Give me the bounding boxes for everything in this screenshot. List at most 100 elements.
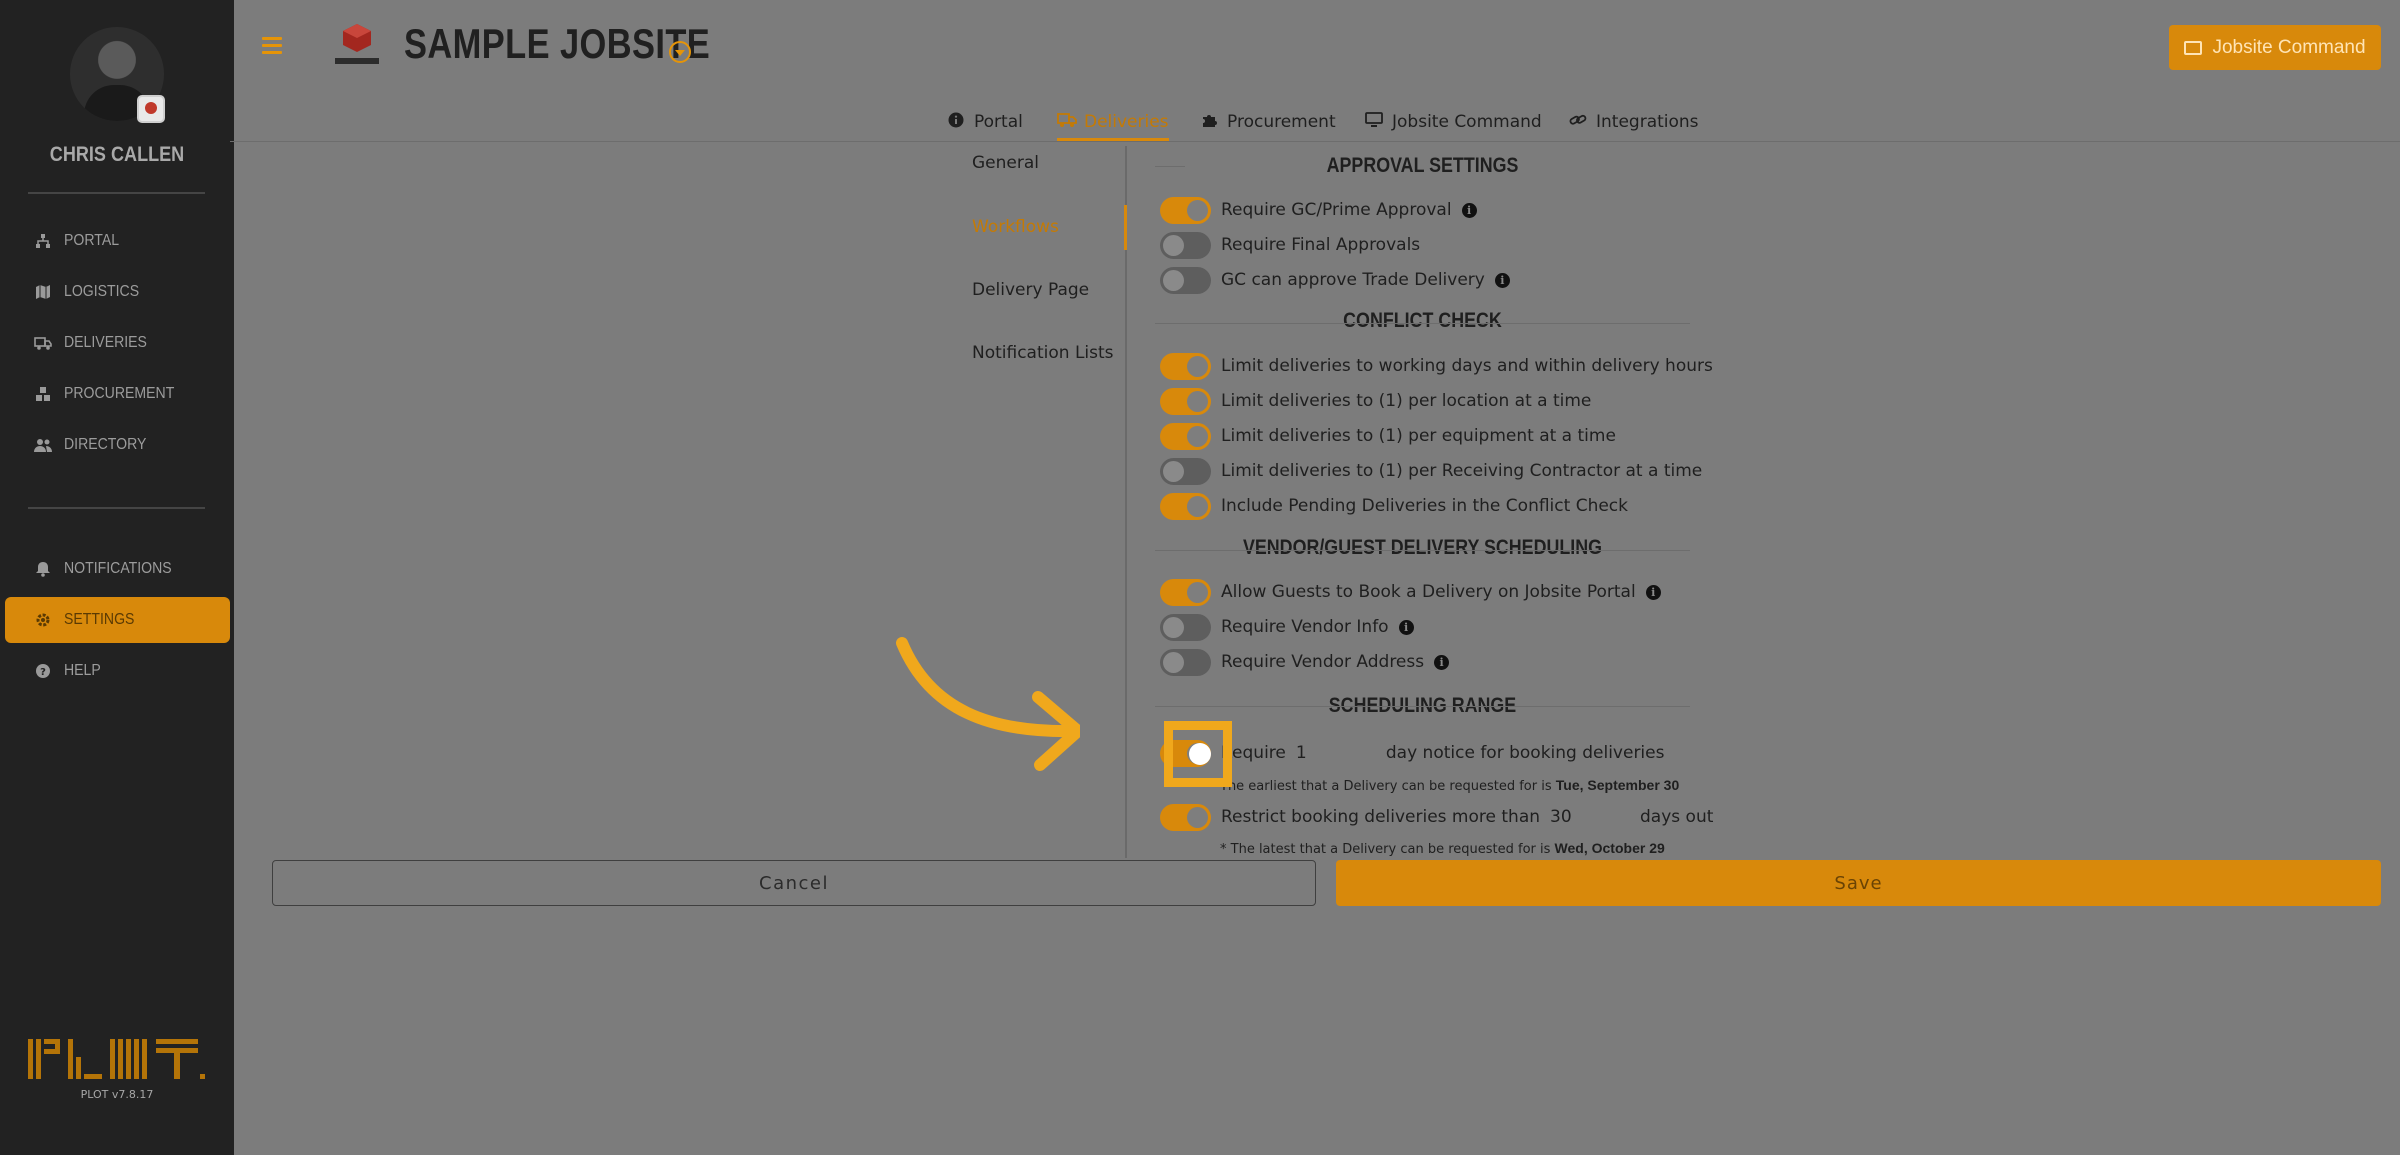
company-badge-icon [137,95,165,123]
latest-date: Wed, October 29 [1554,840,1665,856]
per-receiving-contractor-toggle[interactable] [1160,457,1211,485]
restrict-days-input[interactable] [1550,804,1631,830]
menu-toggle-icon[interactable] [262,37,282,55]
sidebar-item-directory[interactable]: DIRECTORY [5,422,230,468]
users-icon [34,436,52,454]
gc-approve-trade-toggle[interactable] [1160,266,1211,294]
sidebar-item-label: DELIVERIES [64,334,147,351]
subnav-delivery-page[interactable]: Delivery Page [972,280,1089,300]
working-days-toggle[interactable] [1160,352,1211,380]
setting-label: Require Vendor Address [1221,652,1425,672]
require-final-approvals-toggle[interactable] [1160,231,1211,259]
page-title: SAMPLE JOBSITE [404,20,711,67]
sidebar-item-help[interactable]: ? HELP [5,648,230,694]
tab-label: Jobsite Command [1392,112,1542,132]
info-icon[interactable]: i [1398,619,1414,635]
setting-label: Include Pending Deliveries in the Confli… [1221,496,1628,516]
save-button[interactable]: Save [1336,860,2381,906]
toggle-knob [1189,743,1211,765]
jobsite-command-button[interactable]: Jobsite Command [2169,25,2381,70]
jobsite-logo [335,24,379,64]
sidebar-item-label: NOTIFICATIONS [64,560,172,577]
tab-integrations[interactable]: Integrations [1569,104,1699,140]
section-rule [1155,550,1690,551]
require-vendor-info-toggle[interactable] [1160,613,1211,641]
require-vendor-address-toggle[interactable] [1160,648,1211,676]
puzzle-icon [1200,112,1218,133]
sidebar-divider [28,507,205,509]
tab-label: Deliveries [1084,112,1169,132]
tabs-divider [230,141,2400,142]
setting-require-vendor-address: Require Vendor Address i [1160,648,1450,676]
setting-include-pending: Include Pending Deliveries in the Confli… [1160,492,1628,520]
highlight-box[interactable] [1164,721,1232,787]
section-title-vendor: VENDOR/GUEST DELIVERY SCHEDULING [1242,536,1603,559]
jobsite-command-label: Jobsite Command [2212,36,2366,58]
setting-label: Limit deliveries to working days and wit… [1221,356,1713,376]
subnav-general[interactable]: General [972,153,1039,173]
setting-label: Allow Guests to Book a Delivery on Jobsi… [1221,582,1636,602]
section-rule [1155,323,1690,324]
setting-restrict-days: Restrict booking deliveries more than da… [1160,803,1713,831]
info-icon[interactable]: i [1461,202,1477,218]
setting-label: Limit deliveries to (1) per location at … [1221,391,1592,411]
subnav-notification-lists[interactable]: Notification Lists [972,343,1114,363]
sidebar-item-portal[interactable]: PORTAL [5,218,230,264]
sidebar-item-logistics[interactable]: LOGISTICS [5,269,230,315]
per-location-toggle[interactable] [1160,387,1211,415]
setting-label: GC can approve Trade Delivery [1221,270,1485,290]
setting-require-vendor-info: Require Vendor Info i [1160,613,1414,641]
tab-label: Integrations [1596,112,1699,132]
setting-label: Limit deliveries to (1) per Receiving Co… [1221,461,1703,481]
subnav-workflows[interactable]: Workflows [972,217,1059,237]
map-icon [34,283,52,301]
info-icon[interactable]: i [1434,654,1450,670]
notice-suffix: day notice for booking deliveries [1385,743,1665,763]
sitemap-icon [34,232,52,250]
cancel-button[interactable]: Cancel [272,860,1316,906]
svg-text:?: ? [40,667,46,678]
per-equipment-toggle[interactable] [1160,422,1211,450]
sidebar-item-label: SETTINGS [64,611,135,628]
sidebar-item-deliveries[interactable]: DELIVERIES [5,320,230,366]
tab-deliveries[interactable]: Deliveries [1057,104,1169,141]
note-text: The earliest that a Delivery can be requ… [1220,779,1552,794]
info-icon[interactable]: i [1645,584,1661,600]
tab-jobsite-command[interactable]: Jobsite Command [1365,104,1542,140]
require-gc-approval-toggle[interactable] [1160,196,1211,224]
info-circle-icon [947,112,965,133]
sidebar-item-label: LOGISTICS [64,283,140,300]
sidebar-item-procurement[interactable]: PROCUREMENT [5,371,230,417]
restrict-suffix: days out [1640,807,1714,827]
link-icon [1569,112,1587,133]
briefcase-icon [2184,40,2203,55]
restrict-days-toggle[interactable] [1160,803,1211,831]
section-title-conflict: CONFLICT CHECK [1343,309,1502,332]
allow-guests-toggle[interactable] [1160,578,1211,606]
setting-label: Require GC/Prime Approval [1221,200,1452,220]
sidebar-item-label: DIRECTORY [64,436,147,453]
note-text: * The latest that a Delivery can be requ… [1220,842,1551,857]
setting-per-location: Limit deliveries to (1) per location at … [1160,387,1591,415]
info-icon[interactable]: i [1494,272,1510,288]
setting-label: Require Vendor Info [1221,617,1389,637]
gear-icon [34,611,52,629]
subnav-divider [1125,146,1127,858]
earliest-date: Tue, September 30 [1555,777,1680,793]
latest-date-note: * The latest that a Delivery can be requ… [1220,840,1665,857]
sidebar-item-settings[interactable]: SETTINGS [5,597,230,643]
plot-logo [28,1039,205,1079]
tab-label: Portal [974,112,1023,132]
pointer-arrow-icon [896,637,1080,771]
setting-label: Require Final Approvals [1221,235,1421,255]
notice-days-input[interactable] [1295,740,1376,766]
jobsite-dropdown-icon[interactable] [669,41,691,63]
tab-portal[interactable]: Portal [947,104,1023,140]
app-version: PLOT v7.8.17 [80,1088,154,1101]
sidebar-item-label: PROCUREMENT [64,385,175,402]
setting-require-gc-approval: Require GC/Prime Approval i [1160,196,1477,224]
sidebar-item-notifications[interactable]: NOTIFICATIONS [5,546,230,592]
sidebar-divider [28,192,205,194]
tab-procurement[interactable]: Procurement [1200,104,1336,140]
include-pending-toggle[interactable] [1160,492,1211,520]
